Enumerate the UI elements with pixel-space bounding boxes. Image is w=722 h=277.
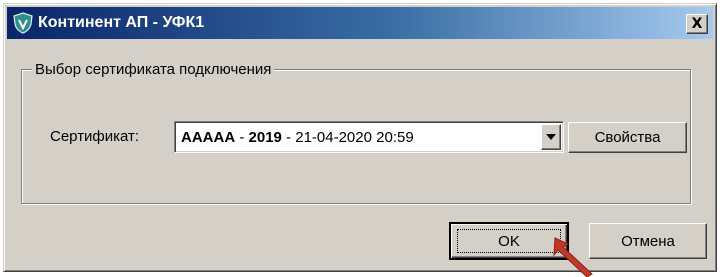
properties-button-label: Свойства	[594, 129, 661, 146]
properties-button[interactable]: Свойства	[568, 122, 687, 153]
certificate-label: Сертификат:	[50, 128, 140, 145]
shield-icon	[13, 12, 33, 34]
title-bar[interactable]: Континент АП - УФК1 X	[7, 7, 713, 39]
close-icon: X	[691, 16, 703, 32]
certificate-select[interactable]: AAAAA - 2019 - 21-04-2020 20:59	[174, 121, 564, 153]
cancel-button[interactable]: Отмена	[589, 223, 707, 259]
certificate-name: AAAAA	[181, 129, 236, 146]
certificate-selected-value: AAAAA - 2019 - 21-04-2020 20:59	[181, 128, 531, 147]
pointer-arrow-icon	[553, 237, 593, 277]
certificate-separator: -	[281, 129, 296, 146]
window-title: Континент АП - УФК1	[38, 14, 205, 31]
close-button[interactable]: X	[686, 14, 708, 34]
dropdown-button[interactable]	[541, 124, 561, 150]
certificate-separator: -	[235, 129, 249, 146]
ok-button-label: OK	[498, 232, 520, 250]
groupbox-legend: Выбор сертификата подключения	[32, 61, 275, 79]
certificate-date: 21-04-2020 20:59	[295, 129, 414, 146]
certificate-year: 2019	[248, 129, 282, 146]
chevron-down-icon	[546, 134, 556, 140]
cancel-button-label: Отмена	[621, 232, 675, 250]
